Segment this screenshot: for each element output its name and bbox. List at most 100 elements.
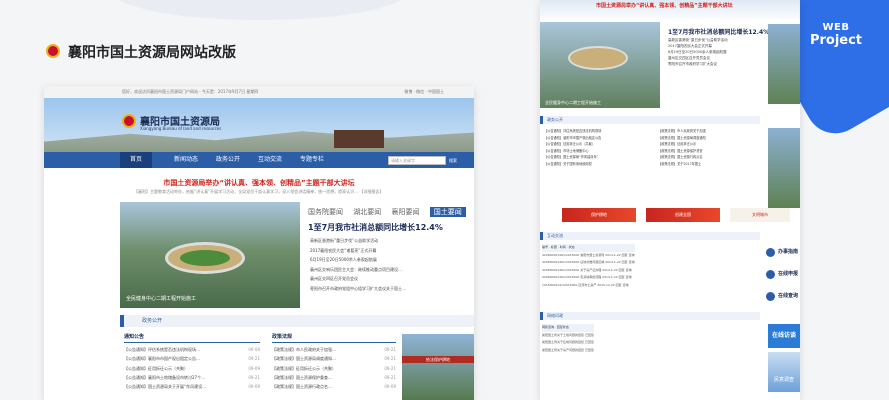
table-row[interactable]: 襄阳国土局关于房产问题的回复 已回复 <box>542 347 594 355</box>
mockup-home-page: 您好，欢迎访问襄阳市国土资源局门户网站 · 今天是：2017年9月7日 星期四 … <box>44 86 474 400</box>
query-icon <box>766 292 775 301</box>
photo-caption: 全民健身中心二期工程开始施工 <box>126 296 197 302</box>
news-item[interactable]: 2017襄阳农民大会“诸葛亮”正式开幕 <box>310 246 406 256</box>
news-photo[interactable] <box>120 202 300 308</box>
notice-column: 通知公告 09-09 【公告通知】评估系统是否违法机构现场… 09-21 【公告通知… <box>124 333 260 391</box>
inner-photo[interactable] <box>540 22 660 108</box>
column-header[interactable]: 通知公告 <box>124 333 260 344</box>
table-row[interactable]: 襄阳国土局关于土地问题的回复 已回复 <box>542 332 594 340</box>
survey-button[interactable]: 民意调查 <box>768 352 800 392</box>
farmland-image[interactable] <box>402 334 474 400</box>
list-item[interactable]: 【政策法规】国土资源行政点名 <box>658 154 706 161</box>
project-title: 襄阳市国土资源局网站改版 <box>68 45 236 61</box>
section-title: 政务公开 <box>142 318 163 324</box>
badge-web: WEB <box>822 22 850 33</box>
news-tabs: 国务院要闻 湖北要闻 襄阳要闻 国土要闻 <box>308 207 474 217</box>
inner-headline[interactable]: 市国土资源局举办“讲认真、强本领、创精品”主题干部大讲坛 <box>596 2 733 9</box>
news-item[interactable]: 6月19日至20日5000余人参观起航展 <box>310 255 406 265</box>
welcome-text: 您好，欢迎访问襄阳市国土资源局门户网站 · 今天是：2017年9月7日 星期四 <box>122 89 259 94</box>
list-item[interactable]: 【公告通知】市场土地储备中心 <box>544 148 601 155</box>
interaction-table: 编号 · 标题 · 时间 · 状态 42060000146/12015000 襄… <box>542 244 635 289</box>
background-glow <box>110 0 410 20</box>
banner-civilized[interactable]: 创建全国 <box>646 208 720 222</box>
table-row[interactable]: 42060000146/12015000 襄阳市国土资源局 2014-1-22 … <box>542 252 635 260</box>
list-item[interactable]: 09-09 【公告通知】征用拆迁公示（共聚） <box>124 364 260 373</box>
tab-xiangyang[interactable]: 襄阳要闻 <box>391 208 419 216</box>
list-item[interactable]: 09-21 【政策法规】市人民政府关于加强… <box>272 345 396 354</box>
list-item[interactable]: 09-21 【政策法规】征用拆迁公示（共聚） <box>272 364 396 373</box>
nav-news[interactable]: 新闻动态 <box>174 152 198 168</box>
list-item[interactable]: 09-21 【政策法规】国土资源保护督查… <box>272 373 396 382</box>
banner-city[interactable]: 文明城市 <box>730 208 790 222</box>
badge-text: WEB Project <box>808 22 864 48</box>
banner-farmland[interactable]: 保护耕地 <box>562 208 636 222</box>
tab-state-council[interactable]: 国务院要闻 <box>308 208 343 216</box>
list-item[interactable]: 【公告通知】关于国有用地使用权 <box>544 161 601 168</box>
nav-topics[interactable]: 专题专栏 <box>300 152 324 168</box>
nav-home[interactable]: 首页 <box>120 152 153 168</box>
guide-icon <box>766 248 775 257</box>
stadium-image <box>568 46 628 70</box>
table-row[interactable]: 1015000514/12015000 四月市土资产 2015-12-22 回复… <box>542 282 635 290</box>
wenzheng-table: 网民咨询 · 回复状态 襄阳国土局关于土地问题的回复 已回复 襄阳国土局关于征地… <box>542 324 594 354</box>
section-bar <box>120 315 474 327</box>
list-item[interactable]: 09-09 【公告通知】国土资源局关于开展“作风建设… <box>124 382 260 391</box>
tab-hubei[interactable]: 湖北要闻 <box>353 208 381 216</box>
column-header[interactable]: 政策法规 <box>272 333 396 344</box>
inner-section-interaction: 互动交流 <box>540 232 760 240</box>
list-item[interactable]: 09-21 【公告通知】襄阳市土地储备设市转讨27个… <box>124 373 260 382</box>
service-query[interactable]: 在线查询 <box>778 292 798 299</box>
online-interview-button[interactable]: 在线访谈 <box>768 324 800 348</box>
list-item[interactable]: 【公告通知】襄阳市市国产现出租定公告 <box>544 135 601 142</box>
nav-interaction[interactable]: 互动交流 <box>258 152 282 168</box>
table-row[interactable]: 襄阳国土局关于征地问题的回复 已回复 <box>542 339 594 347</box>
list-item[interactable]: 【政策法规】征用拆迁公示 <box>658 141 706 148</box>
list-item[interactable]: 【公告通知】评估系统是否违法机构现场 <box>544 128 601 135</box>
inner-news-item[interactable]: 枣阳市召开市政府学习扩大会议 <box>668 61 769 67</box>
inner-news: 1至7月我市社消总额同比增长12.4% 高新区香港街“重日步伐”公益助学活动 2… <box>668 28 769 67</box>
inner-col-notices: 【公告通知】评估系统是否违法机构现场 【公告通知】襄阳市市国产现出租定公告 【公… <box>544 128 601 168</box>
list-item[interactable]: 09-09 【政策法规】国土资源行政点名… <box>272 382 396 391</box>
emblem-icon <box>46 44 60 58</box>
list-item[interactable]: 09-21 【公告通知】襄阳市市国产现出租定公告… <box>124 354 260 363</box>
mountain-image <box>44 131 474 152</box>
tab-land[interactable]: 国土要闻 <box>429 207 466 217</box>
policy-column: 政策法规 09-21 【政策法规】市人民政府关于加强… 09-21 【政策法规】国土… <box>272 333 396 391</box>
nav-gov[interactable]: 政务公开 <box>216 152 240 168</box>
top-bar: 您好，欢迎访问襄阳市国土资源局门户网站 · 今天是：2017年9月7日 星期四 … <box>44 86 474 98</box>
news-item[interactable]: 襄州区交四区召开党员会议 <box>310 274 406 284</box>
table-header: 网民咨询 · 回复状态 <box>542 324 594 332</box>
search-input[interactable]: 请输入关键字 <box>388 156 446 165</box>
service-apply[interactable]: 在线申报 <box>778 270 798 277</box>
list-item[interactable]: 【政策法规】关于2017年国土 <box>658 161 706 168</box>
site-subtitle: Xiangyang Bureau of land and resources <box>140 126 222 131</box>
inner-section-wenzheng: 网络问政 <box>540 312 760 320</box>
site-banner: 襄阳市国土资源局 Xiangyang Bureau of land and re… <box>44 98 474 152</box>
apply-icon <box>766 270 775 279</box>
service-guide[interactable]: 办事指南 <box>778 248 798 255</box>
news-item[interactable]: 襄州区交响乐团民主大会：继续推动重点项目建设… <box>310 265 406 275</box>
table-row[interactable]: 42060000146/12015000 宅基地审批流程 2014-1-22 回… <box>542 274 635 282</box>
list-item[interactable]: 【公告通知】国土资源局“作风建设年” <box>544 154 601 161</box>
list-item[interactable]: 【政策法规】市人民政府关于加强 <box>658 128 706 135</box>
news-item[interactable]: 高新区香港街“重日步伐”公益助学活动 <box>310 236 406 246</box>
list-item[interactable]: 【政策法规】国土资源保护督查 <box>658 148 706 155</box>
mockup-inner-page: 市国土资源局举办“讲认真、强本领、创精品”主题干部大讲坛 全民健身中心二期工程开… <box>540 0 800 400</box>
inner-big-news[interactable]: 1至7月我市社消总额同比增长12.4% <box>668 28 769 37</box>
top-links[interactable]: 微博 · 微信 · 中国国土 <box>404 86 444 98</box>
list-item[interactable]: 09-09 【公告通知】评估系统是否违法机构现场… <box>124 345 260 354</box>
headline[interactable]: 市国土资源局举办“讲认真、强本领、创精品”主题干部大讲坛 <box>44 178 474 188</box>
top-news[interactable]: 1至7月我市社消总额同比增长12.4% <box>308 222 443 233</box>
city-gate-image <box>334 130 384 148</box>
side-image[interactable] <box>768 24 800 104</box>
list-item[interactable]: 09-21 【政策法规】国土资源局调度通知… <box>272 354 396 363</box>
field-image <box>180 250 230 266</box>
table-row[interactable]: 42060000146/12015000 关于房产证办理 2014-1-22 回… <box>542 267 635 275</box>
search-button[interactable]: 搜索 <box>446 156 460 165</box>
list-item[interactable]: 【公告通知】征用拆迁公示（共聚） <box>544 141 601 148</box>
table-row[interactable]: 42060000146/12015000 征地补偿问题反映 2014-1-22 … <box>542 259 635 267</box>
list-item[interactable]: 【政策法规】国土资源局调度通知 <box>658 135 706 142</box>
side-image-2[interactable] <box>768 128 800 208</box>
news-item[interactable]: 枣阳市召开市政府党组中心组学习扩大会议关于国土… <box>310 284 406 294</box>
headline-lead: 【襄阳】主题教育活动举办，依据“讲认真”开展学习活动，全局党员干部认真学习，深入… <box>134 189 384 194</box>
